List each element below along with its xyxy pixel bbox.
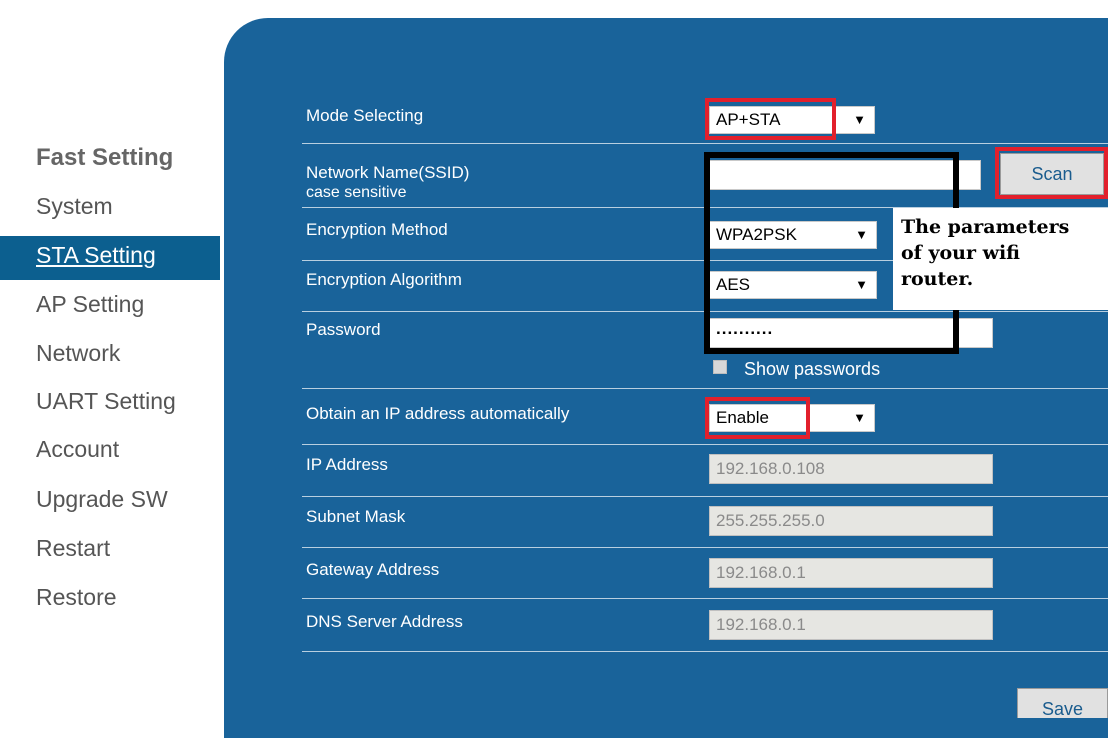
ssid-sublabel: case sensitive [306,184,407,201]
chevron-down-icon: ▼ [853,112,866,127]
show-passwords-label: Show passwords [744,359,881,379]
row-divider [302,388,1108,389]
ssid-label-text: Network Name(SSID) [306,163,470,182]
mode-select-value: AP+STA [716,110,781,129]
row-divider [302,547,1108,548]
row-divider [302,598,1108,599]
dhcp-label: Obtain an IP address automatically [306,404,570,423]
encryption-method-select[interactable]: WPA2PSK ▼ [709,221,877,249]
ssid-label: Network Name(SSID) case sensitive [306,163,469,203]
row-divider [302,496,1108,497]
row-divider [302,444,1108,445]
encryption-algorithm-value: AES [716,275,751,294]
encryption-algorithm-label: Encryption Algorithm [306,270,462,289]
dhcp-select[interactable]: Enable ▼ [709,404,875,432]
encryption-method-value: WPA2PSK [716,225,797,244]
sidebar-item-ap-setting[interactable]: AP Setting [36,291,144,318]
password-input[interactable]: .......... [709,318,993,348]
password-label: Password [306,320,381,339]
mode-label: Mode Selecting [306,106,424,125]
sidebar-item-system[interactable]: System [36,193,113,220]
sidebar-item-sta-setting[interactable]: STA Setting [36,242,156,269]
chevron-down-icon: ▼ [855,227,868,242]
sidebar: Fast Setting System STA Setting AP Setti… [0,0,225,718]
sidebar-item-uart-setting[interactable]: UART Setting [36,388,176,415]
encryption-method-label: Encryption Method [306,220,448,239]
dhcp-select-value: Enable [716,408,769,427]
sidebar-title[interactable]: Fast Setting [36,144,173,172]
chevron-down-icon: ▼ [855,277,868,292]
row-divider [302,143,1108,144]
annotation-line: router. [901,268,974,290]
subnet-mask-field: 255.255.255.0 [709,506,993,536]
sidebar-item-upgrade-sw[interactable]: Upgrade SW [36,486,168,513]
annotation-line: of your wifi [901,242,1021,264]
ip-address-field: 192.168.0.108 [709,454,993,484]
row-divider [302,311,1108,312]
sidebar-item-network[interactable]: Network [36,340,120,367]
sidebar-item-restore[interactable]: Restore [36,584,117,611]
save-button[interactable]: Save [1017,688,1108,719]
annotation-line: The parameters [901,216,1070,238]
sidebar-item-account[interactable]: Account [36,436,119,463]
dns-label: DNS Server Address [306,612,463,631]
ssid-input[interactable] [709,160,981,190]
scan-button[interactable]: Scan [1000,153,1104,195]
gateway-field: 192.168.0.1 [709,558,993,588]
chevron-down-icon: ▼ [853,410,866,425]
subnet-mask-label: Subnet Mask [306,507,406,526]
sidebar-item-restart[interactable]: Restart [36,535,110,562]
mode-select[interactable]: AP+STA ▼ [709,106,875,134]
annotation-note: The parameters of your wifi router. [893,208,1108,310]
ip-address-label: IP Address [306,455,388,474]
dns-field: 192.168.0.1 [709,610,993,640]
show-passwords-checkbox[interactable] [713,360,727,374]
encryption-algorithm-select[interactable]: AES ▼ [709,271,877,299]
row-divider [302,651,1108,652]
gateway-label: Gateway Address [306,560,440,579]
